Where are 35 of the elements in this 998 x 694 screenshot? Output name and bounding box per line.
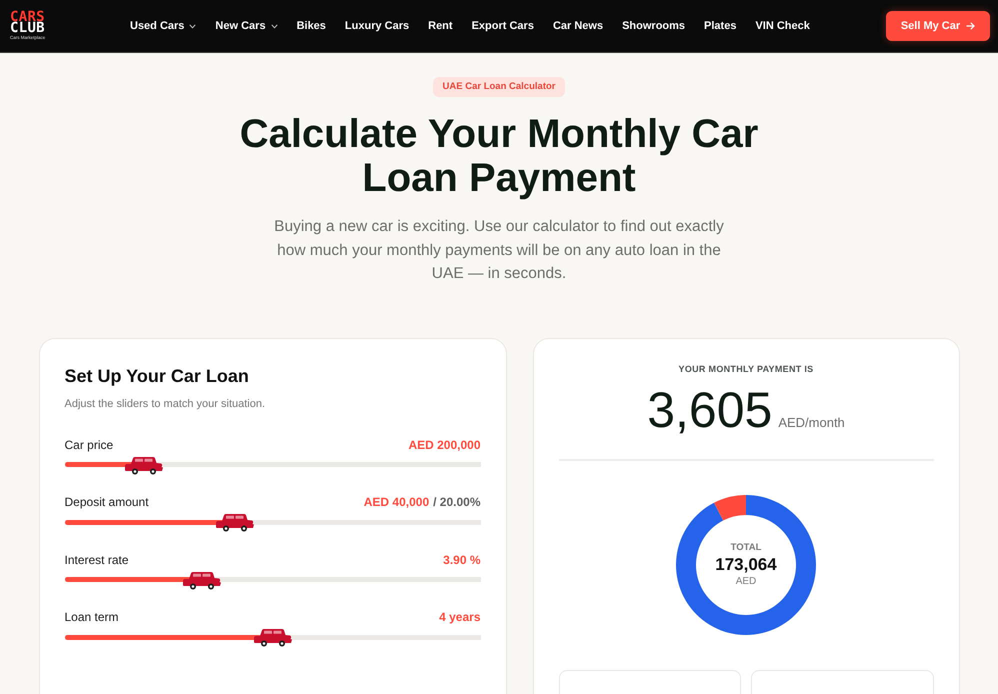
slider-note: / 20.00%: [433, 495, 480, 509]
nav-link[interactable]: Used Cars: [130, 20, 196, 32]
nav-link[interactable]: New Cars: [215, 20, 278, 32]
total-currency: AED: [736, 575, 756, 588]
nav-link[interactable]: Car News: [552, 20, 604, 32]
page-title: Calculate Your Monthly Car Loan Payment: [238, 112, 760, 200]
nav-link[interactable]: Luxury Cars: [344, 20, 410, 32]
nav-link[interactable]: Showrooms: [622, 20, 686, 32]
total-label: TOTAL: [730, 541, 762, 554]
car-thumb-icon[interactable]: [182, 570, 221, 590]
slider-label: Loan term: [64, 610, 119, 624]
payment-amount: 3,605: [647, 384, 772, 434]
car-thumb-icon[interactable]: [124, 454, 163, 474]
slider-value: 4 years: [439, 610, 480, 624]
slider-value: 3.90 %: [443, 552, 480, 566]
nav-link[interactable]: Bikes: [296, 20, 326, 32]
car-thumb-icon[interactable]: [254, 627, 292, 647]
payment-unit: AED/month: [778, 414, 845, 430]
slider-label: Deposit amount: [64, 495, 149, 509]
total-value: 173,064: [715, 554, 777, 575]
payment-caption: YOUR MONTHLY PAYMENT IS: [678, 362, 814, 374]
slider-value: AED 40,000: [364, 495, 430, 509]
slider-label: Interest rate: [64, 552, 129, 566]
slider-label: Car price: [64, 438, 114, 452]
arrow-right-icon: [966, 22, 976, 30]
page-intro: Buying a new car is exciting. Use our calculator to find out exactly how much your monthly payments will be on any auto loan in the UAE — in seconds.: [273, 217, 725, 284]
slider-value: AED 200,000: [408, 438, 480, 452]
card-title: Set Up Your Car Loan: [64, 364, 250, 388]
car-thumb-icon[interactable]: [216, 512, 254, 532]
nav-link[interactable]: Export Cars: [472, 20, 534, 32]
nav-link[interactable]: Rent: [428, 20, 453, 32]
card-subtitle: Adjust the sliders to match your situation.: [64, 396, 266, 410]
page-badge: UAE Car Loan Calculator: [432, 77, 566, 97]
nav-link[interactable]: VIN Check: [755, 20, 810, 32]
nav-link[interactable]: Plates: [704, 20, 736, 32]
